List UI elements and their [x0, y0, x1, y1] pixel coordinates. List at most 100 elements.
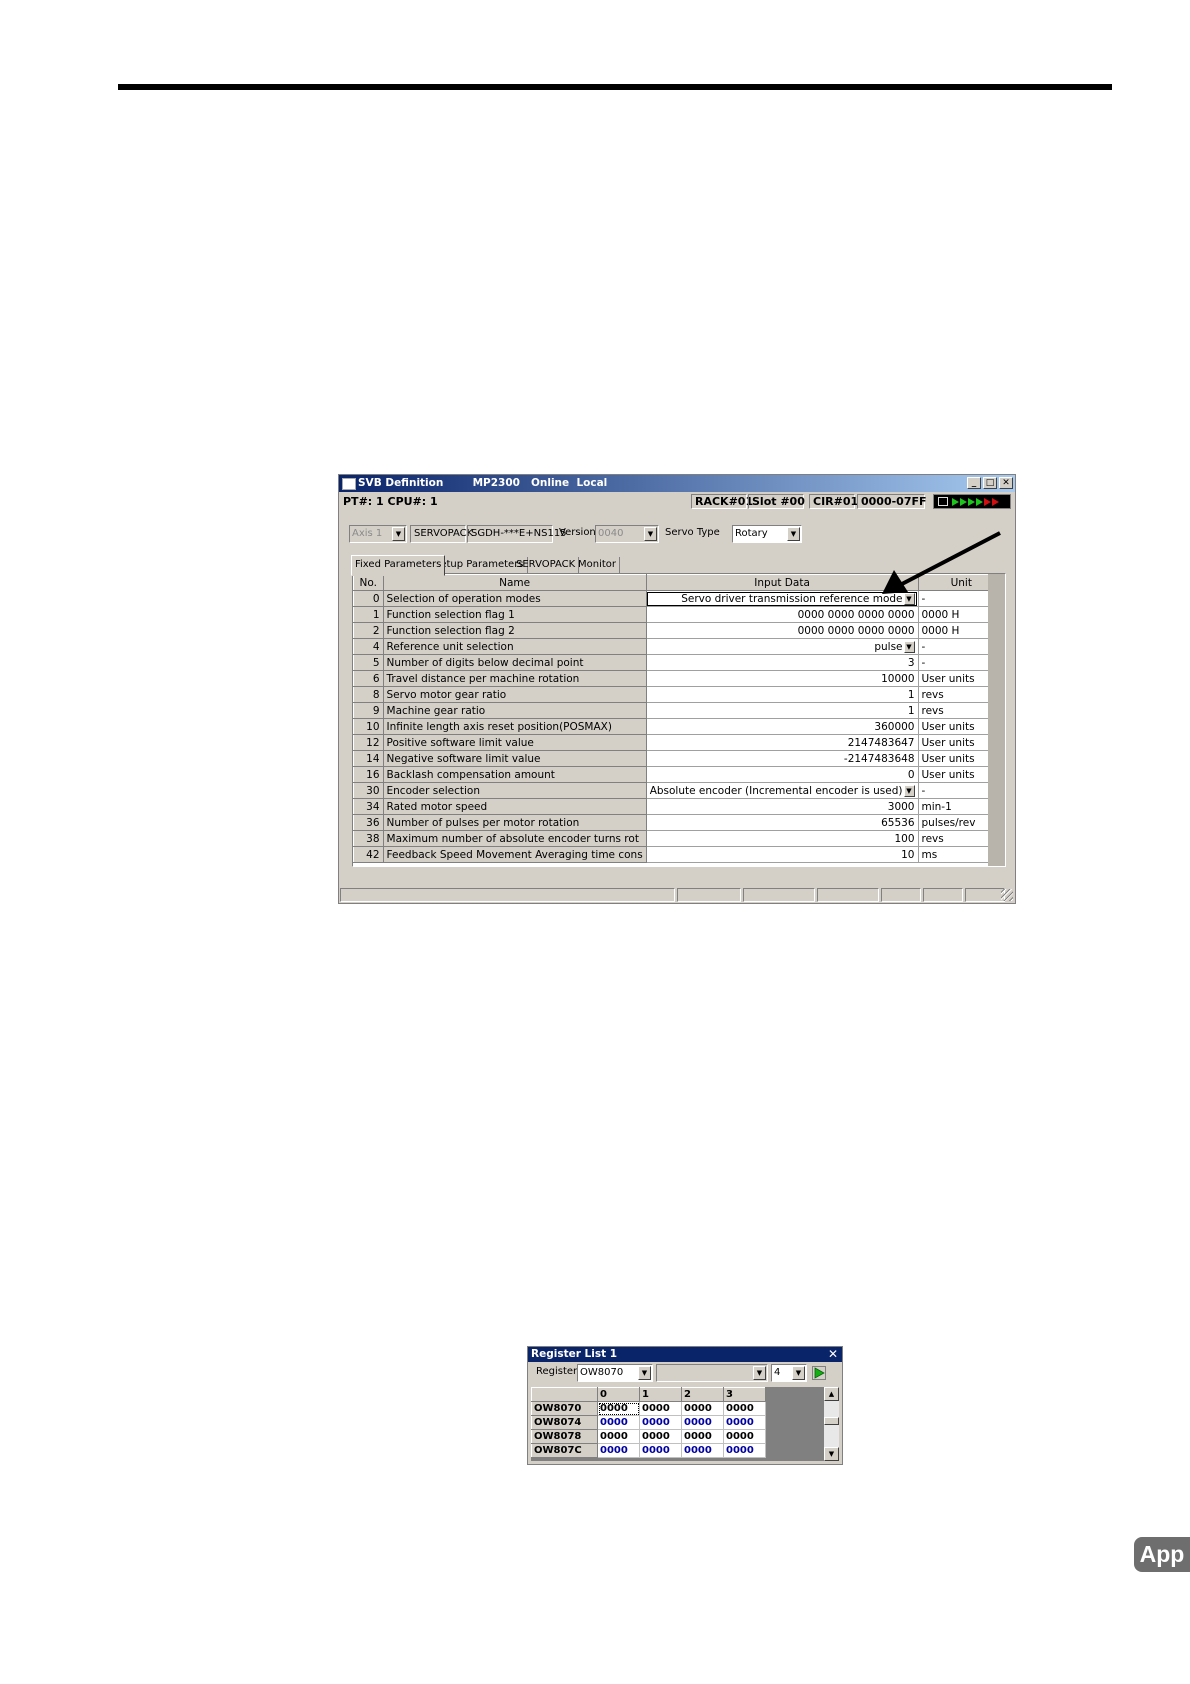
table-row[interactable]: 42 Feedback Speed Movement Averaging time… — [353, 846, 1005, 863]
register-value-cell[interactable]: 0000 — [639, 1443, 682, 1458]
table-row[interactable]: 8 Servo motor gear ratio 1 revs — [353, 686, 1005, 703]
register-table: 0 1 2 3 OW8070 0000 0000 0000 0000 OW8074 0000 0000… — [531, 1387, 766, 1458]
register-value-cell[interactable]: 0000 — [723, 1443, 766, 1458]
table-row[interactable]: 6 Travel distance per machine rotation 100… — [353, 670, 1005, 687]
parameter-input-data[interactable]: Absolute encoder (Incremental encoder is… — [645, 782, 919, 799]
register-row[interactable]: OW8078 0000 0000 0000 0000 — [531, 1429, 766, 1444]
led-green-icon — [976, 497, 983, 506]
parameter-input-data[interactable]: 65536 — [645, 814, 919, 831]
close-icon[interactable]: ✕ — [828, 1347, 838, 1361]
chevron-down-icon: ▼ — [792, 1366, 805, 1380]
table-row[interactable]: 10 Infinite length axis reset position(PO… — [353, 718, 1005, 735]
table-row[interactable]: 16 Backlash compensation amount 0 User unit… — [353, 766, 1005, 783]
parameter-input-data[interactable]: 0 — [645, 766, 919, 783]
table-row[interactable]: 36 Number of pulses per motor rotation 655… — [353, 814, 1005, 831]
parameter-number: 6 — [353, 670, 384, 687]
parameter-input-data[interactable]: 0000 0000 0000 0000 — [645, 622, 919, 639]
chevron-down-icon[interactable]: ▼ — [903, 640, 915, 653]
chevron-down-icon[interactable]: ▼ — [903, 784, 915, 797]
parameter-input-data[interactable]: 1 — [645, 686, 919, 703]
resize-grip-icon[interactable] — [1001, 889, 1013, 901]
servopack-model: SGDH-***E+NS115 — [467, 525, 567, 543]
register-scrollbar[interactable]: ▲ ▼ — [824, 1387, 839, 1461]
register-value-cell[interactable]: 0000 — [723, 1429, 766, 1444]
register-row[interactable]: OW8070 0000 0000 0000 0000 — [531, 1401, 766, 1416]
parameter-input-data[interactable]: 0000 0000 0000 0000 — [645, 606, 919, 623]
tab-monitor[interactable]: Monitor — [575, 557, 621, 573]
slot-label: Slot #00 — [748, 494, 805, 509]
tab-fixed-parameters[interactable]: Fixed Parameters — [351, 555, 446, 576]
table-row[interactable]: 1 Function selection flag 1 0000 0000 0000… — [353, 606, 1005, 623]
register-type-select[interactable]: ▼ — [656, 1364, 768, 1382]
tab-servopack[interactable]: SERVOPACK — [513, 557, 580, 573]
register-address-input[interactable]: OW8070 ▼ — [577, 1364, 653, 1382]
parameter-input-data[interactable]: 100 — [645, 830, 919, 847]
column-header-input-data[interactable]: Input Data — [645, 574, 919, 591]
scroll-thumb[interactable] — [824, 1417, 839, 1425]
servo-type-select[interactable]: Rotary ▼ — [732, 525, 802, 543]
column-header-name[interactable]: Name — [382, 574, 647, 591]
register-row[interactable]: OW8074 0000 0000 0000 0000 — [531, 1415, 766, 1430]
table-row[interactable]: 2 Function selection flag 2 0000 0000 0000… — [353, 622, 1005, 639]
register-value-cell[interactable]: 0000 — [597, 1443, 640, 1458]
parameter-input-data[interactable]: 10 — [645, 846, 919, 863]
led-green-icon — [968, 497, 975, 506]
parameter-name: Rated motor speed — [382, 798, 647, 815]
svb-titlebar[interactable]: SVB Definition MP2300 Online Local _ □ ✕ — [339, 475, 1015, 492]
register-address: OW8070 — [531, 1401, 598, 1416]
close-button[interactable]: ✕ — [999, 477, 1013, 489]
register-value-cell[interactable]: 0000 — [723, 1415, 766, 1430]
parameter-input-data[interactable]: -2147483648 — [645, 750, 919, 767]
table-row[interactable]: 4 Reference unit selection pulse ▼ - — [353, 638, 1005, 655]
register-titlebar[interactable]: Register List 1 ✕ — [528, 1347, 842, 1362]
register-value-cell[interactable]: 0000 — [681, 1443, 724, 1458]
register-range-label: 0000-07FF — [857, 494, 927, 509]
register-value-cell[interactable]: 0000 — [597, 1415, 640, 1430]
parameter-table: No. Name Input Data Unit 0 Selection of o… — [353, 574, 1005, 863]
register-value-cell[interactable]: 0000 — [639, 1401, 682, 1416]
table-row[interactable]: 34 Rated motor speed 3000 min-1 — [353, 798, 1005, 815]
register-value-cell[interactable]: 0000 — [681, 1415, 724, 1430]
axis-select[interactable]: Axis 1 ▼ — [349, 525, 407, 543]
parameter-number: 2 — [353, 622, 384, 639]
maximize-button[interactable]: □ — [983, 477, 997, 489]
table-row[interactable]: 5 Number of digits below decimal point 3- — [353, 654, 1005, 671]
parameter-input-data[interactable]: 10000 — [645, 670, 919, 687]
parameter-input-data[interactable]: 360000 — [645, 718, 919, 735]
register-value-cell[interactable]: 0000 — [639, 1429, 682, 1444]
register-value-cell[interactable]: 0000 — [597, 1429, 640, 1444]
register-column-header: 1 — [639, 1387, 682, 1402]
parameter-number: 8 — [353, 686, 384, 703]
table-row[interactable]: 38 Maximum number of absolute encoder tur… — [353, 830, 1005, 847]
parameter-input-data[interactable]: 2147483647 — [645, 734, 919, 751]
grid-scrollbar[interactable] — [988, 574, 1005, 866]
parameter-name: Servo motor gear ratio — [382, 686, 647, 703]
parameter-input-data[interactable]: 3000 — [645, 798, 919, 815]
parameter-input-data[interactable]: Servo driver transmission reference mode… — [645, 590, 919, 607]
parameter-input-data[interactable]: 3 — [645, 654, 919, 671]
status-bar — [340, 888, 1014, 902]
register-value-cell[interactable]: 0000 — [723, 1401, 766, 1416]
parameter-input-data[interactable]: pulse ▼ — [645, 638, 919, 655]
parameter-input-data[interactable]: 1 — [645, 702, 919, 719]
parameter-name: Positive software limit value — [382, 734, 647, 751]
column-header-no[interactable]: No. — [353, 574, 384, 591]
register-row[interactable]: OW807C 0000 0000 0000 0000 — [531, 1443, 766, 1458]
register-value-cell[interactable]: 0000 — [681, 1429, 724, 1444]
table-row[interactable]: 30 Encoder selection Absolute encoder (Inc… — [353, 782, 1005, 799]
minimize-button[interactable]: _ — [967, 477, 981, 489]
chevron-down-icon: ▼ — [644, 527, 657, 541]
register-value-cell[interactable]: 0000 — [681, 1401, 724, 1416]
version-select[interactable]: 0040 ▼ — [595, 525, 659, 543]
parameter-name: Selection of operation modes — [382, 590, 647, 607]
register-value-cell[interactable]: 0000 — [639, 1415, 682, 1430]
table-row[interactable]: 12 Positive software limit value 214748364… — [353, 734, 1005, 751]
parameter-name: Maximum number of absolute encoder turns… — [382, 830, 647, 847]
table-row[interactable]: 9 Machine gear ratio 1 revs — [353, 702, 1005, 719]
scroll-up-icon[interactable]: ▲ — [824, 1387, 839, 1401]
table-row[interactable]: 14 Negative software limit value -21474836… — [353, 750, 1005, 767]
column-count-select[interactable]: 4 ▼ — [771, 1364, 807, 1382]
register-value-cell[interactable]: 0000 — [597, 1401, 640, 1416]
scroll-down-icon[interactable]: ▼ — [824, 1447, 839, 1461]
play-icon[interactable] — [812, 1366, 826, 1380]
